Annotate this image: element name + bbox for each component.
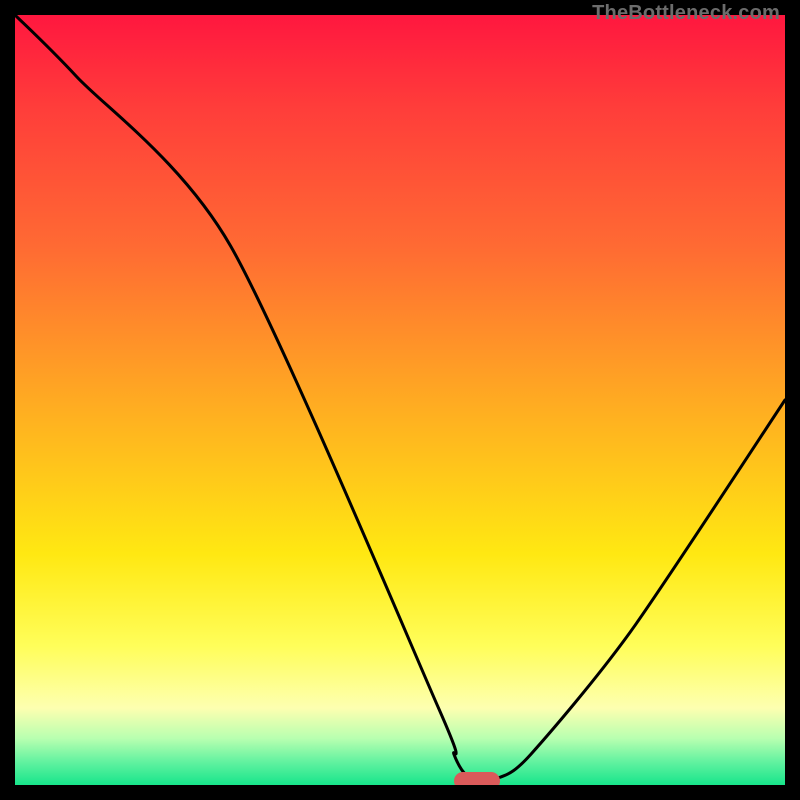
curve-svg — [15, 15, 785, 785]
plot-area — [15, 15, 785, 785]
bottleneck-curve — [15, 15, 785, 779]
chart-canvas: TheBottleneck.com — [0, 0, 800, 800]
attribution-label: TheBottleneck.com — [592, 2, 780, 25]
